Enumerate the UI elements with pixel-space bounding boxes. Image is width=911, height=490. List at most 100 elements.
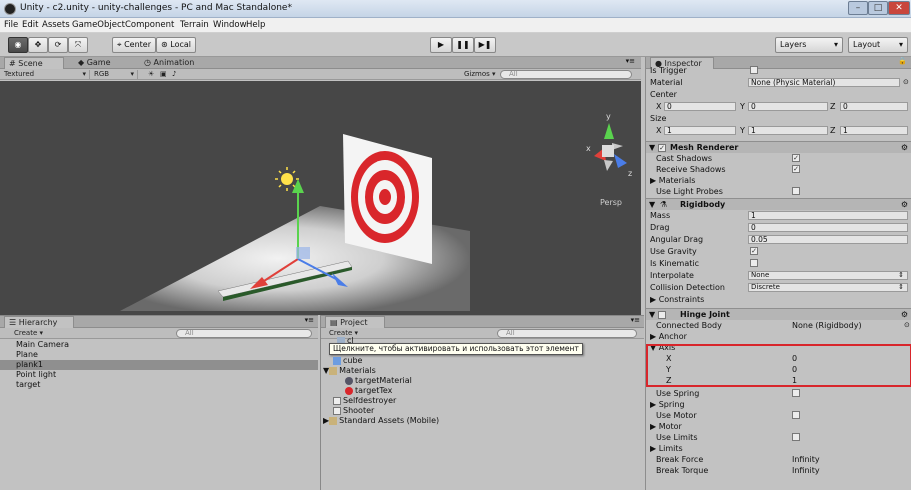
center-x-field[interactable]: 0 xyxy=(664,102,736,111)
panel-menu-icon[interactable]: ▾≡ xyxy=(631,316,640,324)
connected-body-field[interactable]: None (Rigidbody) xyxy=(792,320,862,331)
break-torque-field[interactable]: Infinity xyxy=(792,465,820,476)
use-spring-checkbox[interactable] xyxy=(792,389,800,397)
scene-panel: # Scene ◆ Game ◷ Animation ▾≡ Textured ▾ … xyxy=(0,57,641,315)
tab-project[interactable]: ▤ Project xyxy=(325,316,385,328)
drag-field[interactable]: 0 xyxy=(748,223,908,232)
project-item-cube[interactable]: cube xyxy=(333,356,362,366)
panel-menu-icon[interactable]: ▾≡ xyxy=(626,57,635,65)
cast-shadows-checkbox[interactable]: ✓ xyxy=(792,154,800,162)
hinge-joint-enabled-checkbox[interactable] xyxy=(658,311,666,319)
menu-terrain[interactable]: Terrain xyxy=(180,20,209,30)
hierarchy-item-point-light[interactable]: Point light xyxy=(0,370,318,380)
move-tool-button[interactable]: ✥ xyxy=(28,37,48,53)
minimize-button[interactable]: – xyxy=(848,1,868,15)
mesh-renderer-enabled-checkbox[interactable]: ✓ xyxy=(658,144,666,152)
center-y-field[interactable]: 0 xyxy=(748,102,828,111)
hand-tool-button[interactable]: ◉ xyxy=(8,37,28,53)
tab-hierarchy[interactable]: ☰ Hierarchy xyxy=(4,316,74,328)
menu-help[interactable]: Help xyxy=(246,20,265,30)
menu-assets[interactable]: Assets xyxy=(42,20,70,30)
layers-dropdown[interactable]: Layers ▾ xyxy=(775,37,843,53)
hierarchy-item-plank1[interactable]: plank1 xyxy=(0,360,318,370)
interpolate-dropdown[interactable]: None ⇕ xyxy=(748,271,908,280)
lock-icon[interactable]: 🔒 xyxy=(898,57,907,65)
scene-search-input[interactable]: All xyxy=(500,70,632,79)
break-force-field[interactable]: Infinity xyxy=(792,454,820,465)
object-picker-icon[interactable]: ⊙ xyxy=(903,77,909,88)
mass-field[interactable]: 1 xyxy=(748,211,908,220)
hinge-joint-header[interactable]: ▼ Hinge Joint ⚙ xyxy=(646,308,911,320)
project-item-shooter[interactable]: Shooter xyxy=(333,406,374,416)
gizmos-dropdown[interactable]: Gizmos ▾ xyxy=(462,70,498,79)
materials-foldout[interactable]: ▶ Materials xyxy=(646,175,911,186)
center-z-field[interactable]: 0 xyxy=(840,102,908,111)
menu-edit[interactable]: Edit xyxy=(22,20,38,30)
hierarchy-item-main-camera[interactable]: Main Camera xyxy=(0,340,318,350)
receive-shadows-checkbox[interactable]: ✓ xyxy=(792,165,800,173)
shading-mode-dropdown[interactable]: Textured ▾ xyxy=(2,70,90,79)
lighting-toggle-icon[interactable]: ☀ xyxy=(146,70,154,79)
hierarchy-search-input[interactable]: All xyxy=(176,329,312,338)
tab-scene[interactable]: # Scene xyxy=(4,57,64,69)
pause-button[interactable]: ❚❚ xyxy=(452,37,474,53)
motor-foldout[interactable]: ▶ Motor xyxy=(646,421,911,432)
size-z-field[interactable]: 1 xyxy=(840,126,908,135)
project-panel: ▤ Project ▾≡ Create ▾ All cl Щелкните, ч… xyxy=(320,315,644,490)
pause-icon: ❚❚ xyxy=(456,40,470,49)
is-trigger-checkbox[interactable] xyxy=(750,66,758,74)
menu-gameobject[interactable]: GameObject xyxy=(72,20,125,30)
size-x-field[interactable]: 1 xyxy=(664,126,736,135)
size-y-field[interactable]: 1 xyxy=(748,126,828,135)
rotate-tool-button[interactable]: ⟳ xyxy=(48,37,68,53)
scale-tool-button[interactable]: ⤧ xyxy=(68,37,88,53)
is-kinematic-checkbox[interactable] xyxy=(750,259,758,267)
step-button[interactable]: ▶❚ xyxy=(474,37,496,53)
hierarchy-create-dropdown[interactable]: Create ▾ xyxy=(12,329,52,338)
project-item-targettex[interactable]: targetTex xyxy=(345,386,392,396)
menu-file[interactable]: File xyxy=(4,20,18,30)
play-button[interactable]: ▶ xyxy=(430,37,452,53)
material-field[interactable]: None (Physic Material) xyxy=(748,78,900,87)
menu-component[interactable]: Component xyxy=(125,20,174,30)
layout-dropdown[interactable]: Layout ▾ xyxy=(848,37,908,53)
use-motor-checkbox[interactable] xyxy=(792,411,800,419)
use-light-probes-checkbox[interactable] xyxy=(792,187,800,195)
angular-drag-field[interactable]: 0.05 xyxy=(748,235,908,244)
close-button[interactable]: ✕ xyxy=(888,1,910,15)
audio-toggle-icon[interactable]: ♪ xyxy=(170,70,176,79)
tab-animation[interactable]: ◷ Animation xyxy=(140,57,210,69)
render-mode-dropdown[interactable]: RGB ▾ xyxy=(92,70,138,79)
hierarchy-subbar: Create ▾ All xyxy=(0,328,318,339)
project-search-input[interactable]: All xyxy=(497,329,637,338)
hierarchy-item-target[interactable]: target xyxy=(0,380,318,390)
constraints-foldout[interactable]: ▶ Constraints xyxy=(646,294,911,305)
object-picker-icon[interactable]: ⊙ xyxy=(904,320,910,331)
mesh-renderer-header[interactable]: ▼ ✓ Mesh Renderer ⚙ xyxy=(646,141,911,153)
pivot-center-button[interactable]: ⌖ Center xyxy=(112,37,156,53)
hierarchy-item-plane[interactable]: Plane xyxy=(0,350,318,360)
anchor-foldout[interactable]: ▶ Anchor xyxy=(646,331,911,342)
orientation-gizmo[interactable]: y x z xyxy=(586,112,632,178)
use-limits-checkbox[interactable] xyxy=(792,433,800,441)
scene-viewport[interactable]: y x z Persp xyxy=(0,81,641,315)
spring-foldout[interactable]: ▶ Spring xyxy=(646,399,911,410)
menu-window[interactable]: Window xyxy=(213,20,247,30)
project-folder-standard-assets[interactable]: ▶ Standard Assets (Mobile) xyxy=(323,416,439,426)
project-item-targetmaterial[interactable]: targetMaterial xyxy=(345,376,412,386)
use-gravity-checkbox[interactable]: ✓ xyxy=(750,247,758,255)
rigidbody-header[interactable]: ▼ ⚗ Rigidbody ⚙ xyxy=(646,198,911,210)
limits-foldout[interactable]: ▶ Limits xyxy=(646,443,911,454)
panel-menu-icon[interactable]: ▾≡ xyxy=(305,316,314,324)
tab-game[interactable]: ◆ Game xyxy=(74,57,124,69)
image-toggle-icon[interactable]: ▣ xyxy=(158,70,167,79)
project-tabbar: ▤ Project ▾≡ xyxy=(321,316,644,328)
project-item-selfdestroyer[interactable]: Selfdestroyer xyxy=(333,396,396,406)
is-kinematic-row: Is Kinematic xyxy=(646,258,911,269)
play-icon: ▶ xyxy=(437,40,445,49)
project-folder-materials[interactable]: ▼ Materials xyxy=(323,366,376,376)
pivot-local-button[interactable]: ⊛ Local xyxy=(156,37,196,53)
maximize-button[interactable]: □ xyxy=(868,1,888,15)
collision-detection-dropdown[interactable]: Discrete ⇕ xyxy=(748,283,908,292)
receive-shadows-row: Receive Shadows ✓ xyxy=(656,165,800,174)
